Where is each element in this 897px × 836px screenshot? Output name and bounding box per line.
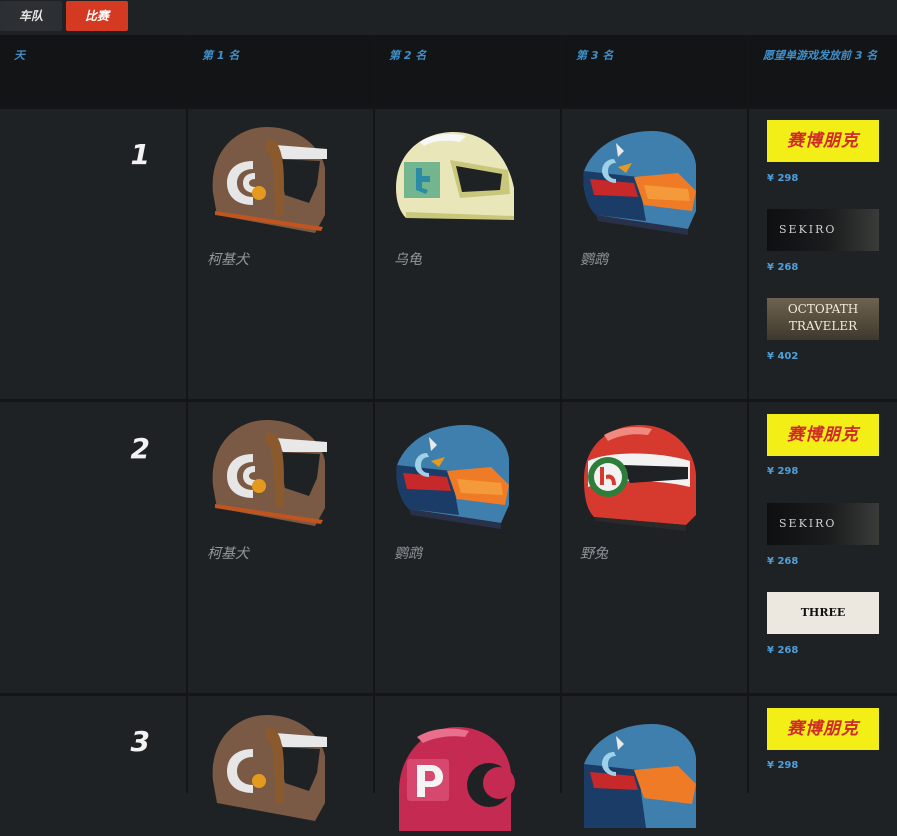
- hare-helmet-icon: [584, 425, 696, 531]
- parrot-helmet-icon: [396, 425, 509, 529]
- header-second-place: 第 2 名: [375, 35, 560, 106]
- header-first-place: 第 1 名: [188, 35, 373, 106]
- second-place-name: 乌龟: [394, 252, 422, 268]
- game-banner[interactable]: SEKIRO: [767, 209, 879, 251]
- turtle-helmet-icon: [396, 132, 514, 220]
- day-number: 3: [130, 725, 150, 758]
- game-banner[interactable]: 赛博朋克: [767, 414, 879, 456]
- corgi-helmet-icon: [212, 715, 327, 821]
- game-price: ¥ 298: [767, 760, 799, 771]
- game-price: ¥ 402: [767, 351, 799, 362]
- game-price: ¥ 298: [767, 173, 799, 184]
- corgi-helmet-icon: [212, 127, 327, 233]
- tab-bar: 车队 比赛: [0, 0, 897, 34]
- game-banner[interactable]: 赛博朋克: [767, 708, 879, 750]
- tab-race[interactable]: 比赛: [66, 1, 128, 31]
- first-place-name: 柯基犬: [207, 252, 249, 268]
- p-logo-helmet-icon: [399, 727, 515, 831]
- day-number: 2: [130, 432, 150, 465]
- game-banner[interactable]: SEKIRO: [767, 503, 879, 545]
- header-day: 天: [0, 35, 186, 106]
- game-banner[interactable]: THREE KINGDOMS: [767, 592, 879, 634]
- parrot-helmet-icon: [583, 131, 696, 235]
- game-price: ¥ 268: [767, 556, 799, 567]
- game-price: ¥ 268: [767, 645, 799, 656]
- third-place-name: 鹦鹉: [580, 252, 608, 268]
- day-number: 1: [130, 138, 150, 171]
- game-banner[interactable]: 赛博朋克: [767, 120, 879, 162]
- header-wishlist: 愿望单游戏发放前 3 名: [749, 35, 897, 106]
- first-place-name: 柯基犬: [207, 546, 249, 562]
- parrot-helmet-icon: [584, 724, 696, 828]
- game-price: ¥ 268: [767, 262, 799, 273]
- game-price: ¥ 298: [767, 466, 799, 477]
- header-third-place: 第 3 名: [562, 35, 747, 106]
- third-place-name: 野兔: [580, 546, 608, 562]
- second-place-name: 鹦鹉: [394, 546, 422, 562]
- tab-team[interactable]: 车队: [0, 1, 62, 31]
- game-banner[interactable]: OCTOPATH TRAVELER: [767, 298, 879, 340]
- corgi-helmet-icon: [212, 420, 327, 526]
